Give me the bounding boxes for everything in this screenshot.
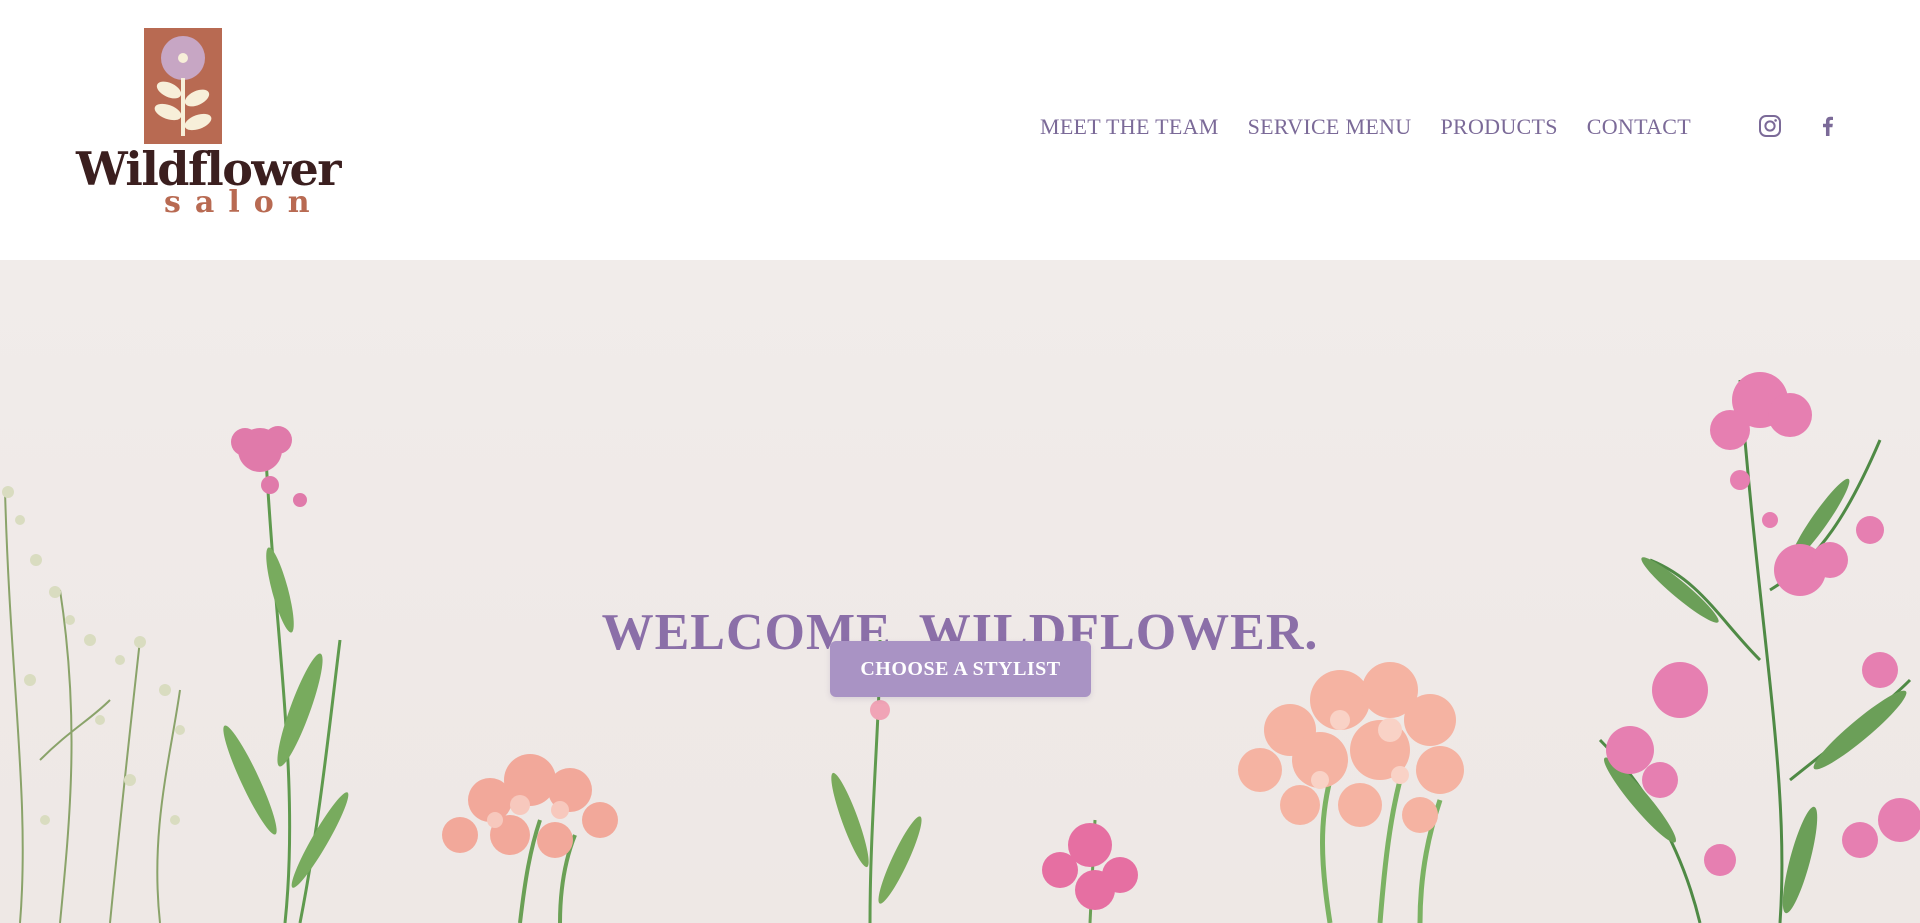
instagram-link[interactable] — [1758, 114, 1782, 138]
main-nav: MEET THE TEAM SERVICE MENU PRODUCTS CONT… — [1040, 114, 1691, 140]
hero-section: WELCOME, WILDFLOWER. CHOOSE A STYLIST — [0, 260, 1920, 923]
flower-background-image — [2, 372, 1920, 923]
social-links — [1758, 114, 1840, 138]
nav-meet-the-team[interactable]: MEET THE TEAM — [1040, 114, 1219, 140]
facebook-link[interactable] — [1816, 114, 1840, 138]
logo-subtitle: salon — [164, 185, 324, 220]
page: Wildflower salon MEET THE TEAM SERVICE M… — [0, 0, 1920, 923]
nav-products[interactable]: PRODUCTS — [1440, 114, 1557, 140]
instagram-icon — [1759, 115, 1781, 137]
nav-contact[interactable]: CONTACT — [1587, 114, 1691, 140]
facebook-icon — [1823, 116, 1833, 136]
site-header: Wildflower salon MEET THE TEAM SERVICE M… — [0, 0, 1920, 260]
flower-logo-icon — [144, 28, 222, 144]
nav-service-menu[interactable]: SERVICE MENU — [1248, 114, 1412, 140]
choose-a-stylist-button[interactable]: CHOOSE A STYLIST — [830, 641, 1091, 697]
site-logo[interactable]: Wildflower salon — [76, 28, 342, 218]
